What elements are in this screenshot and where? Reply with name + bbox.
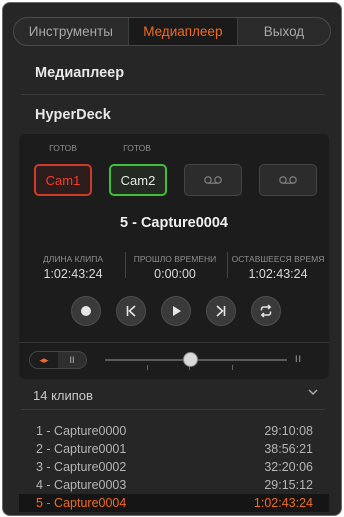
divider xyxy=(21,409,325,410)
clip-list-dropdown[interactable]: 14 клипов xyxy=(33,388,93,403)
tab-mediaplayer[interactable]: Медиаплеер xyxy=(128,18,238,45)
mediaplayer-section-header[interactable]: Медиаплеер xyxy=(35,65,124,81)
deck2-status: ГОТОВ xyxy=(123,143,151,153)
jog-shuttle-toggle[interactable]: ◂▸ II xyxy=(29,351,87,369)
deck-button-empty-3[interactable] xyxy=(184,164,242,196)
clip-duration-value: 1:02:43:24 xyxy=(43,267,103,281)
loop-button[interactable] xyxy=(251,296,281,326)
remaining-time-label: ОСТАВШЕЕСЯ ВРЕМЯ xyxy=(231,254,325,264)
record-button[interactable] xyxy=(71,296,101,326)
next-clip-button[interactable] xyxy=(206,296,236,326)
tab-bar: Инструменты Медиаплеер Выход xyxy=(13,17,331,46)
play-button[interactable] xyxy=(161,296,191,326)
remaining-time-value: 1:02:43:24 xyxy=(248,267,308,281)
clip-duration: ДЛИНА КЛИПА 1:02:43:24 xyxy=(25,254,121,281)
clip-duration: 32:20:06 xyxy=(264,460,313,474)
clip-list-item[interactable]: 4 - Capture0003 29:15:12 xyxy=(19,476,329,494)
current-clip-name: 5 - Capture0004 xyxy=(120,215,228,231)
elapsed-time-value: 0:00:00 xyxy=(154,267,196,281)
previous-clip-button[interactable] xyxy=(116,296,146,326)
tape-icon xyxy=(204,176,222,184)
clip-name: 2 - Capture0001 xyxy=(36,442,127,456)
scrub-pause-indicator: II xyxy=(295,354,303,364)
deck-button-empty-4[interactable] xyxy=(259,164,317,196)
divider xyxy=(21,94,325,95)
hyperdeck-section-header[interactable]: HyperDeck xyxy=(35,107,111,123)
clip-duration: 29:15:12 xyxy=(264,478,313,492)
clip-name: 4 - Capture0003 xyxy=(36,478,127,492)
scrub-handle[interactable] xyxy=(183,352,198,367)
divider xyxy=(19,342,329,343)
clip-duration: 38:56:21 xyxy=(264,442,313,456)
next-clip-icon xyxy=(216,305,226,317)
tab-output[interactable]: Выход xyxy=(238,18,330,45)
divider xyxy=(125,252,126,278)
record-icon xyxy=(81,306,91,316)
clip-list-item[interactable]: 3 - Capture0002 32:20:06 xyxy=(19,458,329,476)
deck-button-cam2[interactable]: Cam2 xyxy=(109,164,167,196)
clip-duration: 1:02:43:24 xyxy=(253,496,313,510)
elapsed-time-label: ПРОШЛО ВРЕМЕНИ xyxy=(133,254,217,264)
divider xyxy=(227,252,228,278)
clip-name: 3 - Capture0002 xyxy=(36,460,127,474)
previous-clip-icon xyxy=(126,305,136,317)
play-icon xyxy=(173,306,181,316)
chevron-down-icon[interactable] xyxy=(308,387,318,397)
remaining-time: ОСТАВШЕЕСЯ ВРЕМЯ 1:02:43:24 xyxy=(229,254,327,281)
scrub-tick xyxy=(232,365,233,370)
deck-button-cam1[interactable]: Cam1 xyxy=(34,164,92,196)
jog-mode[interactable]: ◂▸ xyxy=(30,352,58,368)
elapsed-time: ПРОШЛО ВРЕМЕНИ 0:00:00 xyxy=(127,254,223,281)
pause-mode[interactable]: II xyxy=(58,352,86,368)
hyperdeck-controls: ГОТОВ ГОТОВ Cam1 Cam2 5 - Capture0004 ДЛ… xyxy=(19,134,329,379)
scrub-tick xyxy=(147,365,148,370)
clip-list-item-selected[interactable]: 5 - Capture0004 1:02:43:24 xyxy=(19,494,329,512)
clip-duration: 29:10:08 xyxy=(264,424,313,438)
clip-duration-label: ДЛИНА КЛИПА xyxy=(42,254,104,264)
hyperdeck-panel: Инструменты Медиаплеер Выход Медиаплеер … xyxy=(2,2,342,516)
clip-name: 1 - Capture0000 xyxy=(36,424,127,438)
tab-tools[interactable]: Инструменты xyxy=(14,18,129,45)
loop-icon xyxy=(260,304,272,318)
clip-list-item[interactable]: 2 - Capture0001 38:56:21 xyxy=(19,440,329,458)
deck1-status: ГОТОВ xyxy=(49,143,77,153)
tape-icon xyxy=(279,176,297,184)
clip-list-item[interactable]: 1 - Capture0000 29:10:08 xyxy=(19,422,329,440)
clip-name: 5 - Capture0004 xyxy=(36,496,127,510)
